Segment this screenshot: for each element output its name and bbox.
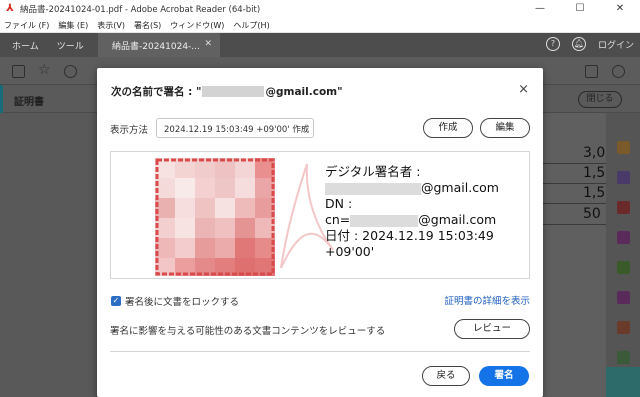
sign-dialog: 次の名前で署名 : " @gmail.com" × 表示方法 2024.12.1… — [97, 68, 543, 397]
certificates-tool-icon[interactable] — [617, 351, 630, 364]
cn-value: cn= @gmail.com — [325, 212, 497, 227]
close-icon[interactable]: ✕ — [204, 39, 212, 49]
search-icon[interactable] — [612, 65, 625, 78]
tab-bar-right: ? 🔔︎ ログイン — [545, 37, 634, 51]
comment-icon[interactable] — [617, 201, 630, 214]
login-link[interactable]: ログイン — [598, 38, 634, 51]
menu-sign[interactable]: 署名(S) — [134, 20, 161, 31]
dialog-title: 次の名前で署名 : " @gmail.com" — [111, 84, 343, 99]
review-label: 署名に影響を与える可能性のある文書コンテンツをレビューする — [110, 326, 386, 337]
dialog-divider — [110, 351, 530, 352]
close-certificates-button[interactable]: 閉じる — [578, 91, 622, 108]
active-tool-highlight — [606, 367, 640, 397]
menu-window[interactable]: ウィンドウ(W) — [170, 20, 224, 31]
close-window-button[interactable]: ✕ — [600, 0, 640, 18]
doc-value: 1,5 — [583, 165, 606, 181]
doc-value: 3,0 — [583, 145, 606, 161]
mail-icon[interactable] — [585, 65, 598, 78]
menu-view[interactable]: 表示(V) — [97, 20, 125, 31]
star-icon[interactable]: ☆ — [38, 62, 51, 78]
tab-document-label: 納品書-20241024-... — [112, 42, 200, 52]
chevron-down-icon: ⌄ — [299, 122, 307, 132]
protect-icon[interactable] — [617, 291, 630, 304]
bell-icon[interactable]: 🔔︎ — [571, 37, 586, 51]
upload-icon[interactable] — [64, 65, 77, 78]
tab-tools[interactable]: ツール — [57, 39, 84, 52]
redacted-email — [325, 182, 421, 195]
dialog-title-suffix: @gmail.com" — [265, 85, 343, 98]
certificate-accent — [0, 85, 3, 113]
lock-checkbox[interactable]: ✓ — [111, 296, 121, 306]
back-button[interactable]: 戻る — [422, 366, 470, 386]
table-line — [543, 163, 606, 164]
redacted-email — [202, 86, 265, 97]
signer-email: @gmail.com — [325, 180, 499, 196]
appearance-value: 2024.12.19 15:03:49 +09'00' 作成 — [164, 125, 310, 135]
document-page-edge: 3,0 1,5 1,5 50 — [543, 113, 606, 397]
dialog-title-prefix: 次の名前で署名 : " — [111, 86, 202, 98]
create-button[interactable]: 作成 — [423, 118, 473, 138]
review-button[interactable]: レビュー — [454, 319, 530, 339]
appearance-select[interactable]: 2024.12.19 15:03:49 +09'00' 作成 ⌄ — [156, 118, 314, 138]
signature-timezone: +09'00' — [325, 244, 375, 259]
window-title: 納品書-20241024-01.pdf - Adobe Acrobat Read… — [20, 5, 261, 15]
signature-preview: デジタル署名者 : @gmail.com DN : cn= @gmail.com … — [110, 151, 530, 279]
table-line — [543, 203, 606, 204]
menu-bar: ファイル (F) 編集 (E) 表示(V) 署名(S) ウィンドウ(W) ヘルプ… — [0, 18, 640, 33]
signature-stamp-image — [155, 158, 275, 276]
table-line — [543, 183, 606, 184]
signature-details: デジタル署名者 : @gmail.com DN : cn= @gmail.com … — [325, 164, 499, 260]
organize-pages-icon[interactable] — [617, 231, 630, 244]
fill-sign-icon[interactable] — [617, 261, 630, 274]
doc-value: 50 — [583, 206, 601, 222]
appearance-label: 表示方法 — [110, 125, 149, 136]
minimize-button[interactable]: — — [520, 0, 560, 18]
maximize-button[interactable]: ☐ — [560, 0, 600, 18]
tab-bar: ホーム ツール 納品書-20241024-... ✕ ? 🔔︎ ログイン — [0, 33, 640, 57]
certificate-label: 証明書 — [14, 97, 44, 108]
menu-file[interactable]: ファイル (F) — [4, 20, 49, 31]
doc-value: 1,5 — [583, 185, 606, 201]
window-titlebar: ⅄ 納品書-20241024-01.pdf - Adobe Acrobat Re… — [0, 0, 640, 18]
dn-label: DN : — [325, 196, 353, 211]
lock-label: 署名後に文書をロックする — [125, 297, 240, 308]
acrobat-icon: ⅄ — [6, 3, 14, 14]
signer-label: デジタル署名者 : — [325, 164, 421, 179]
export-pdf-icon[interactable] — [617, 141, 630, 154]
menu-help[interactable]: ヘルプ(H) — [233, 20, 269, 31]
view-certificate-link[interactable]: 証明書の詳細を表示 — [444, 293, 530, 307]
edit-pdf-icon[interactable] — [617, 171, 630, 184]
signature-date: 日付 : 2024.12.19 15:03:49 — [325, 228, 494, 243]
sign-button[interactable]: 署名 — [479, 366, 529, 386]
lock-document-option[interactable]: ✓ 署名後に文書をロックする — [111, 294, 239, 308]
more-tools-icon[interactable] — [617, 321, 630, 334]
right-tools-panel — [606, 113, 640, 397]
tab-home[interactable]: ホーム — [12, 39, 39, 52]
save-icon[interactable] — [12, 65, 25, 78]
help-icon[interactable]: ? — [545, 37, 560, 51]
menu-edit[interactable]: 編集 (E) — [58, 20, 88, 31]
edit-button[interactable]: 編集 — [480, 118, 530, 138]
dialog-close-button[interactable]: × — [518, 82, 529, 97]
table-line — [543, 224, 606, 225]
redacted-email — [350, 214, 419, 227]
tab-document[interactable]: 納品書-20241024-... ✕ — [98, 33, 220, 57]
